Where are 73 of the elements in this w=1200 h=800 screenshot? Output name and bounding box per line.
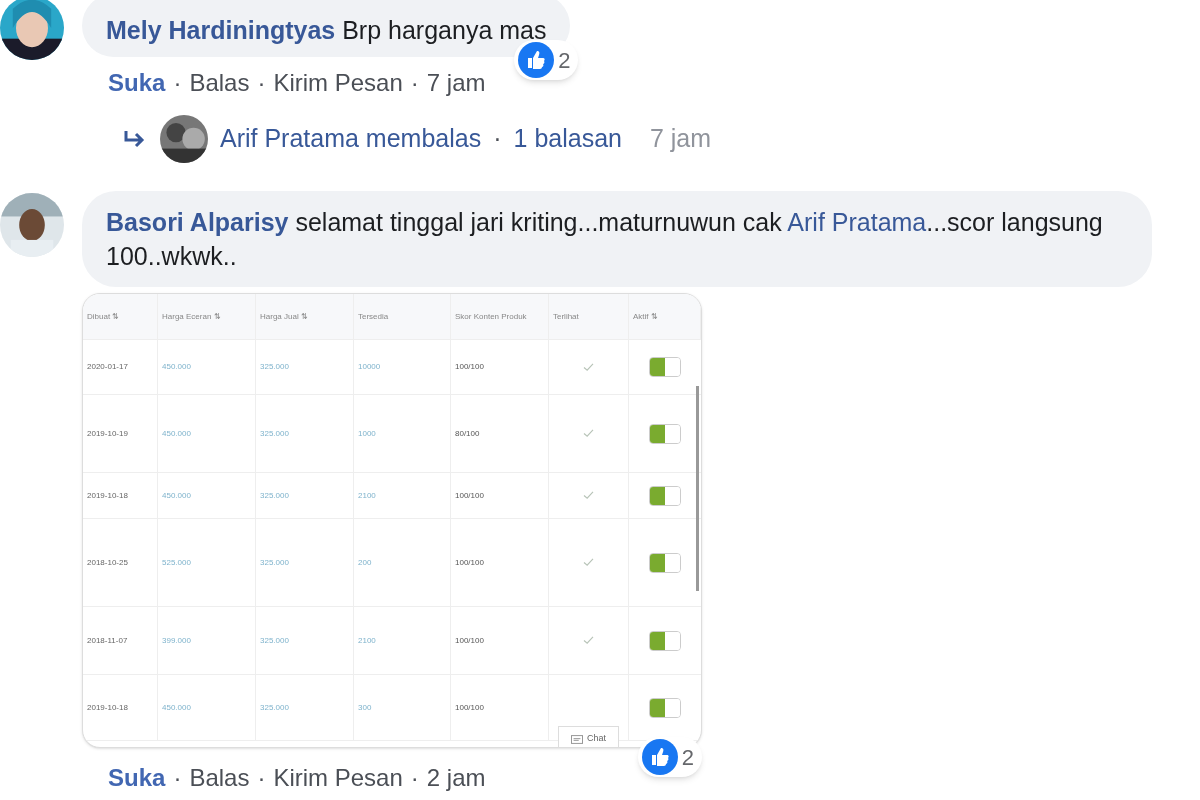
table-cell: 325.000 [260,701,289,714]
table-cell: 325.000 [260,361,289,373]
table-cell: 325.000 [260,427,289,440]
column-header: Dibuat ⇅ [87,311,120,322]
action-link[interactable]: Kirim Pesan [273,65,403,101]
table-cell: 2019-10-19 [87,427,128,440]
table-cell: 100/100 [455,634,484,647]
reaction-count: 2 [558,46,571,75]
toggle-switch[interactable] [649,697,681,718]
mention-link[interactable]: Arif Pratama [787,208,927,236]
table-cell: 2100 [358,489,376,502]
reaction-badge[interactable]: 2 [514,40,579,80]
toggle-switch[interactable] [649,552,681,573]
table-cell: 200 [358,556,372,569]
table-cell: 325.000 [260,556,289,569]
comment-time: 2 jam [426,763,486,793]
reply-time: 7 jam [649,123,712,155]
separator-dot: · [410,68,419,98]
table-cell: 2019-10-18 [87,489,128,502]
table-cell: 450.000 [162,701,191,714]
table-cell: 399.000 [162,634,191,647]
reply-summary-link[interactable]: Arif Pratama membalas [220,120,482,158]
separator-dot: · [410,763,419,793]
action-link[interactable]: Balas [189,760,250,796]
column-header: Aktif ⇅ [633,311,658,322]
column-header: Terlihat [553,311,579,322]
table-cell: 2018-11-07 [87,634,128,647]
action-link[interactable]: Balas [189,65,250,101]
thumbs-up-icon [641,739,678,775]
comment-time: 7 jam [426,68,486,98]
column-header: Skor Konten Produk [455,311,527,322]
column-header: Tersedia [358,311,389,322]
toggle-switch[interactable] [649,630,681,651]
action-link[interactable]: Suka [108,760,166,796]
author-name[interactable]: Mely Hardiningtyas [106,16,336,44]
action-link[interactable]: Kirim Pesan [273,760,403,796]
table-cell: 325.000 [260,489,289,502]
separator-dot: · [257,68,266,98]
toggle-switch[interactable] [649,423,681,444]
table-cell: 100/100 [455,701,484,714]
separator-dot: · [257,763,266,793]
chat-icon [571,734,583,744]
table-cell: 325.000 [260,634,289,647]
author-name[interactable]: Basori Alparisy [106,208,289,236]
table-cell: 100/100 [455,556,484,569]
chat-button[interactable]: Chat [558,726,619,747]
table-cell: 450.000 [162,489,191,502]
action-link[interactable]: Suka [108,65,166,101]
table-cell: 525.000 [162,556,191,569]
table-cell: 300 [358,701,372,714]
table-cell: 100/100 [455,361,484,373]
table-cell: 2100 [358,634,376,647]
table-cell: 450.000 [162,427,191,440]
table-cell: 100/100 [455,489,484,502]
reaction-badge[interactable]: 2 [637,737,702,777]
table-cell: 1000 [358,427,376,440]
reply-count[interactable]: 1 balasan [513,120,622,158]
reaction-count: 2 [681,743,694,772]
comment-text: Basori Alparisy selamat tinggal jari kriting...maturnuwun cak Arif Pratama...scor langsung 100..wkwk.. [106,207,1104,272]
table-cell: 2019-10-18 [87,701,128,714]
table-cell: 2020-01-17 [87,361,128,373]
column-header: Harga Jual ⇅ [260,311,308,322]
table-cell: 2018-10-25 [87,556,128,569]
table-cell: 80/100 [455,427,480,440]
separator-dot: · [173,763,182,793]
toggle-switch[interactable] [649,357,681,377]
table-cell: 10000 [358,361,381,373]
separator-dot: · [493,123,502,155]
column-header: Harga Eceran ⇅ [162,311,221,322]
separator-dot: · [173,68,182,98]
thumbs-up-icon [518,42,555,78]
toggle-switch[interactable] [649,485,681,506]
table-cell: 450.000 [162,361,191,373]
